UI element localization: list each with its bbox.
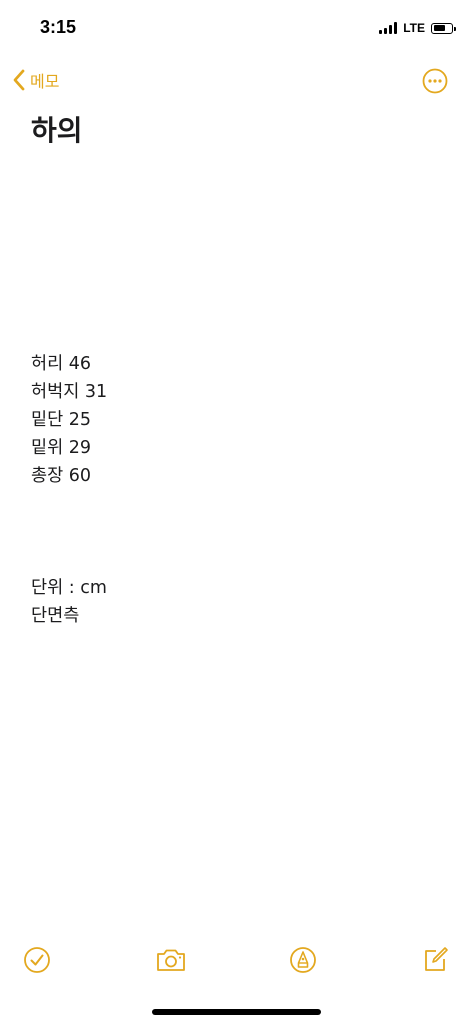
note-line [31, 546, 431, 574]
status-indicators: LTE [379, 20, 456, 36]
compose-button[interactable] [421, 946, 449, 974]
home-indicator[interactable] [152, 1009, 321, 1015]
checklist-button[interactable] [23, 946, 51, 974]
note-line: 총장 60 [31, 466, 92, 486]
camera-button[interactable] [155, 946, 187, 974]
checkmark-circle-icon [24, 947, 50, 973]
signal-strength-icon [379, 22, 398, 34]
note-line [31, 518, 431, 546]
note-body[interactable]: 허리 46 허벅지 31 밑단 25 밑위 29 총장 60 단위 : cm 단… [31, 350, 431, 630]
chevron-left-icon [13, 69, 25, 91]
back-button-label: 메모 [30, 72, 60, 91]
ellipsis-circle-icon [422, 68, 448, 94]
network-type: LTE [403, 21, 425, 35]
note-line: 밑단 25 [31, 410, 92, 430]
note-line [31, 490, 431, 518]
note-title[interactable]: 하의 [31, 114, 83, 148]
battery-fill [433, 25, 445, 31]
note-line: 허리 46 [31, 354, 92, 374]
more-options-button[interactable] [422, 68, 448, 94]
note-line: 단면측 [31, 606, 80, 626]
status-time: 3:15 [40, 17, 77, 37]
markup-button[interactable] [289, 946, 317, 974]
compose-icon [425, 947, 448, 971]
note-line: 밑위 29 [31, 438, 92, 458]
back-button[interactable]: 메모 [12, 66, 59, 94]
note-line: 단위 : cm [31, 578, 107, 598]
battery-icon [431, 22, 456, 34]
camera-icon [157, 949, 185, 971]
pen-tip-circle-icon [290, 947, 316, 973]
note-line: 허벅지 31 [31, 382, 108, 402]
status-bar: 3:15 LTE [0, 0, 473, 56]
